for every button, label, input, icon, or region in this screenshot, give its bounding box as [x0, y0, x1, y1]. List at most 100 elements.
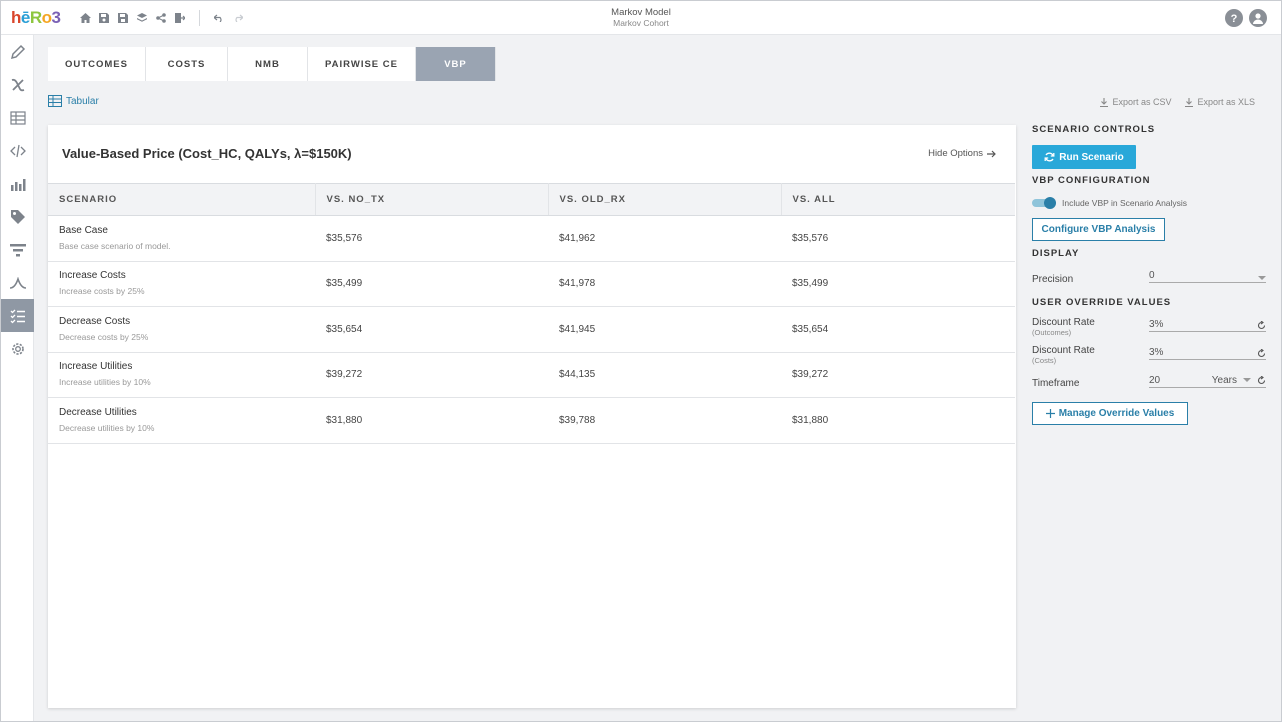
export-actions: Export as CSV Export as XLS	[1100, 97, 1255, 107]
tab-outcomes[interactable]: OUTCOMES	[48, 47, 146, 81]
scenario-cell: Decrease Costs Decrease costs by 25%	[48, 306, 315, 353]
undo-icon[interactable]	[213, 11, 225, 25]
home-icon[interactable]	[79, 11, 91, 25]
vbp-configuration-heading: VBP CONFIGURATION	[1032, 175, 1151, 186]
precision-select[interactable]: 0	[1149, 269, 1266, 283]
scenario-name: Base Case	[59, 224, 108, 236]
pencil-icon	[10, 44, 25, 59]
sidebar-item-charts[interactable]	[1, 167, 34, 200]
vs-no-tx-cell: $35,654	[315, 306, 548, 353]
app-logo[interactable]: hēRo3	[11, 8, 61, 28]
hide-options-button[interactable]: Hide Options	[928, 148, 996, 159]
svg-text:?: ?	[1231, 13, 1238, 24]
reset-icon	[1257, 321, 1266, 330]
scenario-description: Decrease utilities by 10%	[59, 422, 155, 433]
export-icon[interactable]	[174, 11, 186, 25]
include-vbp-toggle[interactable]	[1032, 197, 1056, 209]
chevron-down-icon	[1258, 276, 1266, 280]
table-header-row: SCENARIO VS. NO_TX VS. OLD_RX VS. ALL	[48, 183, 1015, 216]
save-as-icon[interactable]	[117, 11, 129, 25]
scenario-name: Increase Costs	[59, 270, 126, 282]
logo-letter: 3	[51, 8, 61, 27]
scenario-description: Increase utilities by 10%	[59, 377, 151, 388]
table-icon	[48, 95, 62, 107]
document-title: Markov Model Markov Cohort	[541, 7, 741, 28]
reset-icon	[1257, 376, 1266, 385]
sidebar-item-filter[interactable]	[1, 233, 34, 266]
vs-old-rx-cell: $41,945	[548, 306, 781, 353]
discount-rate-outcomes-value: 3%	[1149, 319, 1164, 330]
timeframe-field[interactable]: 20 Years	[1149, 374, 1266, 388]
discount-rate-outcomes-label: Discount Rate (Outcomes)	[1032, 317, 1095, 337]
sidebar-item-distribution[interactable]	[1, 266, 34, 299]
sidebar-item-code[interactable]	[1, 134, 34, 167]
column-header-vs-old-rx[interactable]: VS. OLD_RX	[548, 183, 782, 216]
sidebar-item-settings[interactable]	[1, 332, 34, 365]
timeframe-value[interactable]: 20	[1149, 375, 1160, 386]
manage-override-values-button[interactable]: Manage Override Values	[1032, 402, 1188, 425]
tab-costs[interactable]: COSTS	[146, 47, 228, 81]
plus-icon	[1045, 409, 1055, 418]
vs-all-cell: $35,654	[781, 306, 1015, 353]
sidebar-item-variables[interactable]	[1, 68, 34, 101]
include-vbp-row: Include VBP in Scenario Analysis	[1032, 197, 1187, 209]
vs-no-tx-cell: $35,576	[315, 215, 548, 262]
logo-letter: h	[11, 8, 21, 27]
timeframe-label: Timeframe	[1032, 378, 1080, 389]
model-type: Markov Cohort	[613, 18, 669, 28]
column-header-vs-all[interactable]: VS. ALL	[781, 183, 1015, 216]
reset-icon	[1257, 349, 1266, 358]
tab-vbp[interactable]: VBP	[416, 47, 496, 81]
user-override-heading: USER OVERRIDE VALUES	[1032, 297, 1172, 308]
scenario-description: Increase costs by 25%	[59, 286, 145, 297]
layers-icon[interactable]	[136, 11, 148, 25]
tab-pairwise-ce[interactable]: PAIRWISE CE	[308, 47, 416, 81]
export-xls-button[interactable]: Export as XLS	[1185, 97, 1255, 107]
discount-rate-costs-field[interactable]: 3%	[1149, 346, 1266, 360]
tabular-view-toggle[interactable]: Tabular	[48, 95, 99, 107]
precision-label: Precision	[1032, 274, 1074, 285]
tab-nmb[interactable]: NMB	[228, 47, 308, 81]
manage-override-label: Manage Override Values	[1058, 408, 1175, 419]
result-tabs: OUTCOMES COSTS NMB PAIRWISE CE VBP	[48, 47, 496, 81]
vs-no-tx-cell: $39,272	[315, 352, 548, 398]
code-icon	[9, 144, 26, 157]
column-header-scenario[interactable]: SCENARIO	[48, 183, 316, 216]
scenario-name: Decrease Costs	[59, 315, 131, 327]
export-csv-label: Export as CSV	[1112, 97, 1172, 107]
sidebar-item-edit[interactable]	[1, 35, 34, 68]
run-scenario-button[interactable]: Run Scenario	[1032, 145, 1136, 169]
sidebar-item-tables[interactable]	[1, 101, 34, 134]
user-icon[interactable]	[1249, 9, 1267, 27]
export-csv-button[interactable]: Export as CSV	[1100, 97, 1171, 107]
discount-rate-outcomes-field[interactable]: 3%	[1149, 318, 1266, 332]
display-heading: DISPLAY	[1032, 248, 1080, 259]
variable-icon	[11, 78, 24, 91]
table-row: Increase Costs Increase costs by 25% $35…	[48, 261, 1015, 307]
table-row: Increase Utilities Increase utilities by…	[48, 352, 1015, 398]
vs-old-rx-cell: $41,962	[548, 215, 781, 262]
scenario-description: Base case scenario of model.	[59, 240, 171, 251]
vs-all-cell: $31,880	[781, 397, 1015, 444]
toolbar-divider	[199, 10, 200, 26]
sidebar-item-tags[interactable]	[1, 200, 34, 233]
vbp-table: SCENARIO VS. NO_TX VS. OLD_RX VS. ALL Ba…	[48, 183, 1015, 444]
download-icon	[1185, 97, 1194, 107]
column-header-vs-no-tx[interactable]: VS. NO_TX	[315, 183, 549, 216]
include-vbp-label: Include VBP in Scenario Analysis	[1062, 198, 1188, 208]
help-icon[interactable]: ?	[1225, 9, 1243, 27]
configure-vbp-button[interactable]: Configure VBP Analysis	[1032, 218, 1165, 241]
share-icon[interactable]	[155, 11, 167, 25]
scenario-cell: Increase Costs Increase costs by 25%	[48, 261, 315, 307]
save-icon[interactable]	[98, 11, 110, 25]
logo-letter: R	[29, 8, 42, 27]
timeframe-unit-select[interactable]: Years	[1212, 375, 1237, 386]
logo-letter: o	[41, 8, 52, 27]
table-row: Base Case Base case scenario of model. $…	[48, 215, 1015, 262]
discount-rate-costs-value: 3%	[1149, 347, 1164, 358]
vbp-results-card: Value-Based Price (Cost_HC, QALYs, λ=$15…	[48, 125, 1016, 708]
sidebar-item-scenarios[interactable]	[1, 299, 34, 332]
redo-icon[interactable]	[232, 11, 244, 25]
left-sidebar	[1, 35, 34, 721]
vs-all-cell: $39,272	[781, 352, 1015, 398]
